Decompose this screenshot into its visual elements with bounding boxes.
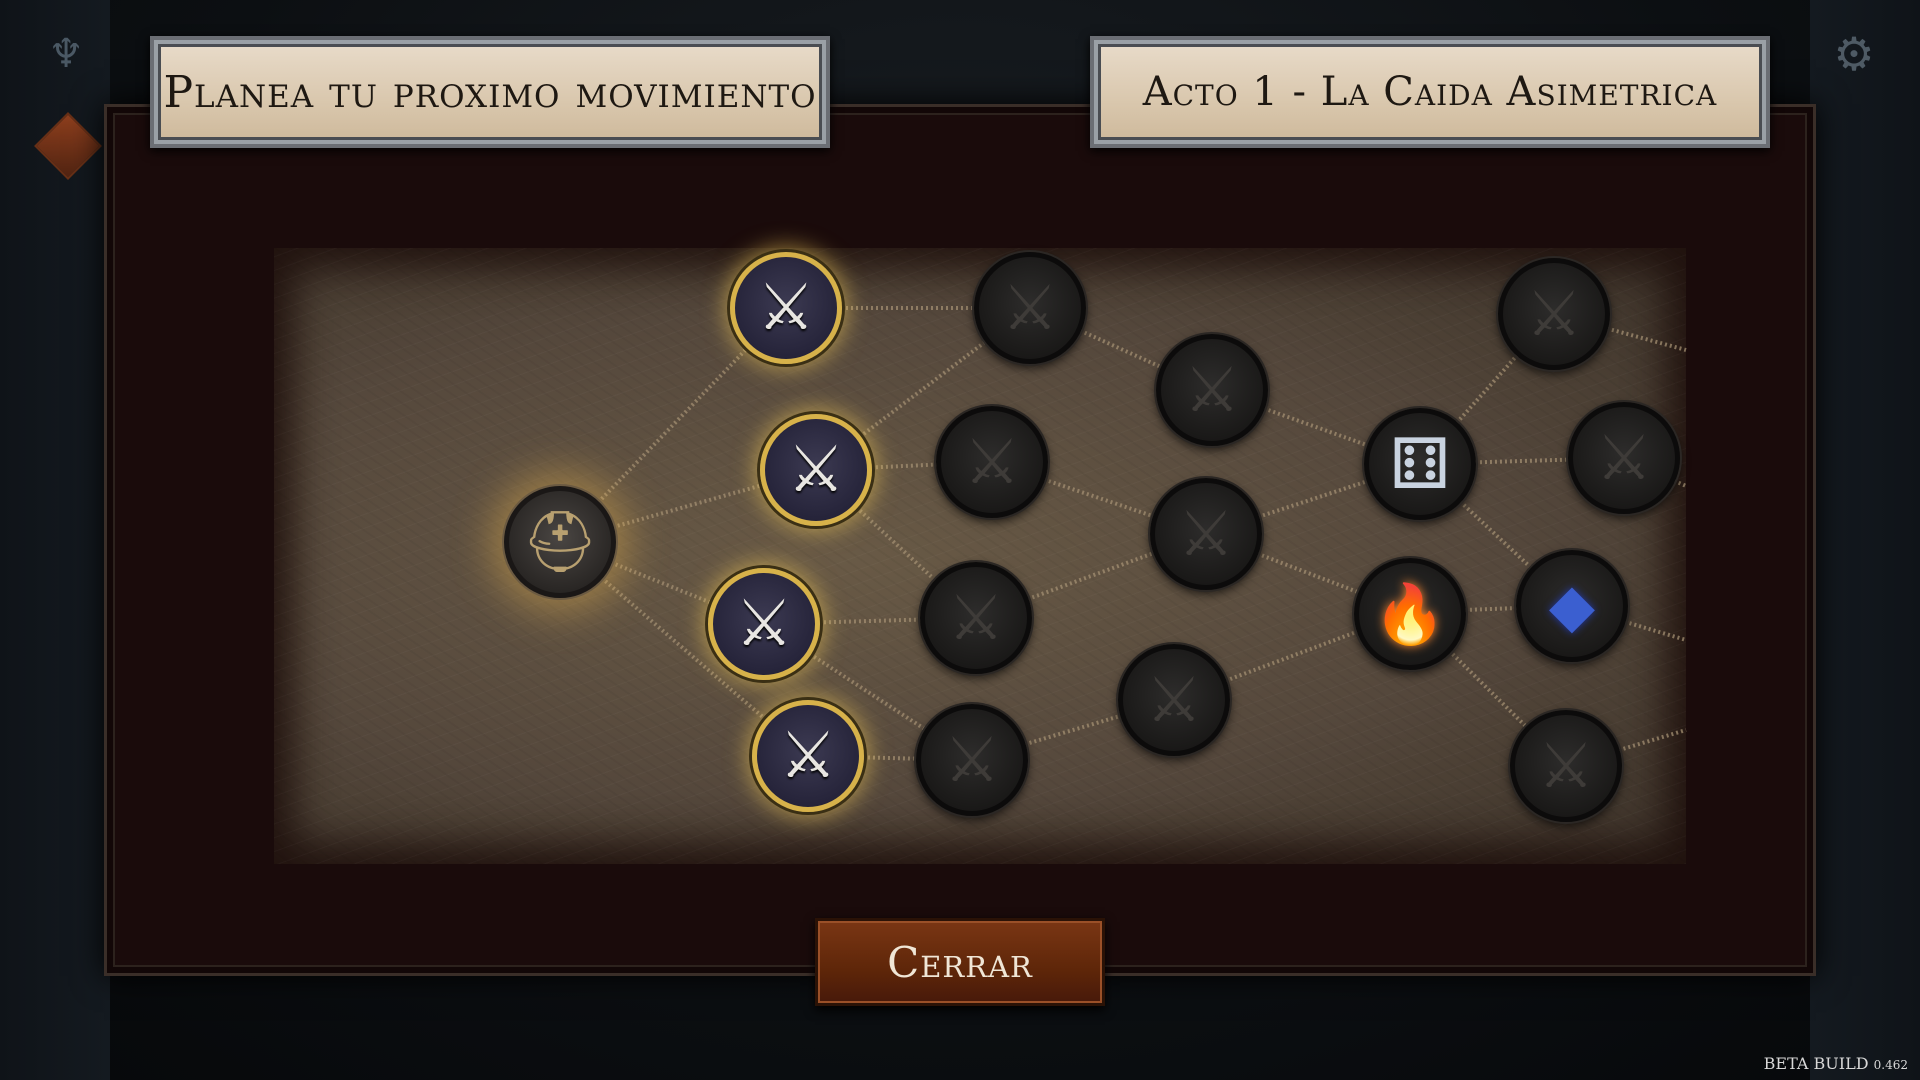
campfire-icon: 🔥 <box>1373 580 1447 648</box>
map-node-battle[interactable]: ⚔ <box>760 414 872 526</box>
map-node-battle[interactable]: ⚔ <box>752 700 864 812</box>
crossed-swords-icon: ⚔ <box>948 581 1004 654</box>
crossed-swords-icon: ⚔ <box>1002 271 1058 344</box>
crossed-swords-icon: ⚔ <box>1596 421 1652 494</box>
crossed-swords-icon: ⚔ <box>1538 729 1594 802</box>
map-node-battle-locked[interactable]: ⚔ <box>936 406 1048 518</box>
crossed-swords-icon: ⚔ <box>1184 353 1240 426</box>
crossed-swords-icon: ⚔ <box>787 433 845 507</box>
crossed-swords-icon: ⚔ <box>1526 277 1582 350</box>
map-node-battle-locked[interactable]: ⚔ <box>1568 402 1680 514</box>
crystal-icon: ◆ <box>1548 571 1596 641</box>
map-node-treasure-locked[interactable]: ◆ <box>1516 550 1628 662</box>
build-label: BETA BUILD <box>1763 1054 1869 1073</box>
map-node-battle-locked[interactable]: ⚔ <box>1156 334 1268 446</box>
crossed-swords-icon: ⚔ <box>944 723 1000 796</box>
map-node-event-locked[interactable]: ⚅ <box>1364 408 1476 520</box>
crossed-swords-icon: ⚔ <box>964 425 1020 498</box>
map-node-start[interactable]: ⛑ <box>504 486 616 598</box>
build-version: BETA BUILD 0.462 <box>1764 1054 1908 1073</box>
crossed-swords-icon: ⚔ <box>735 587 793 661</box>
crossed-swords-icon: ⚔ <box>757 271 815 345</box>
close-button[interactable]: Cerrar <box>815 918 1105 1006</box>
build-number: 0.462 <box>1873 1058 1908 1072</box>
map-node-battle-locked[interactable]: ⚔ <box>1118 644 1230 756</box>
map-node-battle-locked[interactable]: ⚔ <box>1510 710 1622 822</box>
map-node-battle-locked[interactable]: ⚔ <box>974 252 1086 364</box>
crossed-swords-icon: ⚔ <box>779 719 837 793</box>
map-node-rest-locked[interactable]: 🔥 <box>1354 558 1466 670</box>
crossed-swords-icon: ⚔ <box>1178 497 1234 570</box>
dice-icon: ⚅ <box>1389 423 1451 505</box>
map-node-battle-locked[interactable]: ⚔ <box>1150 478 1262 590</box>
map-node-battle-locked[interactable]: ⚔ <box>916 704 1028 816</box>
map-node-battle-locked[interactable]: ⚔ <box>1498 258 1610 370</box>
map-node-battle[interactable]: ⚔ <box>708 568 820 680</box>
viking-helmet-icon: ⛑ <box>521 507 599 577</box>
map-node-battle-locked[interactable]: ⚔ <box>920 562 1032 674</box>
map-node-battle[interactable]: ⚔ <box>730 252 842 364</box>
crossed-swords-icon: ⚔ <box>1146 663 1202 736</box>
